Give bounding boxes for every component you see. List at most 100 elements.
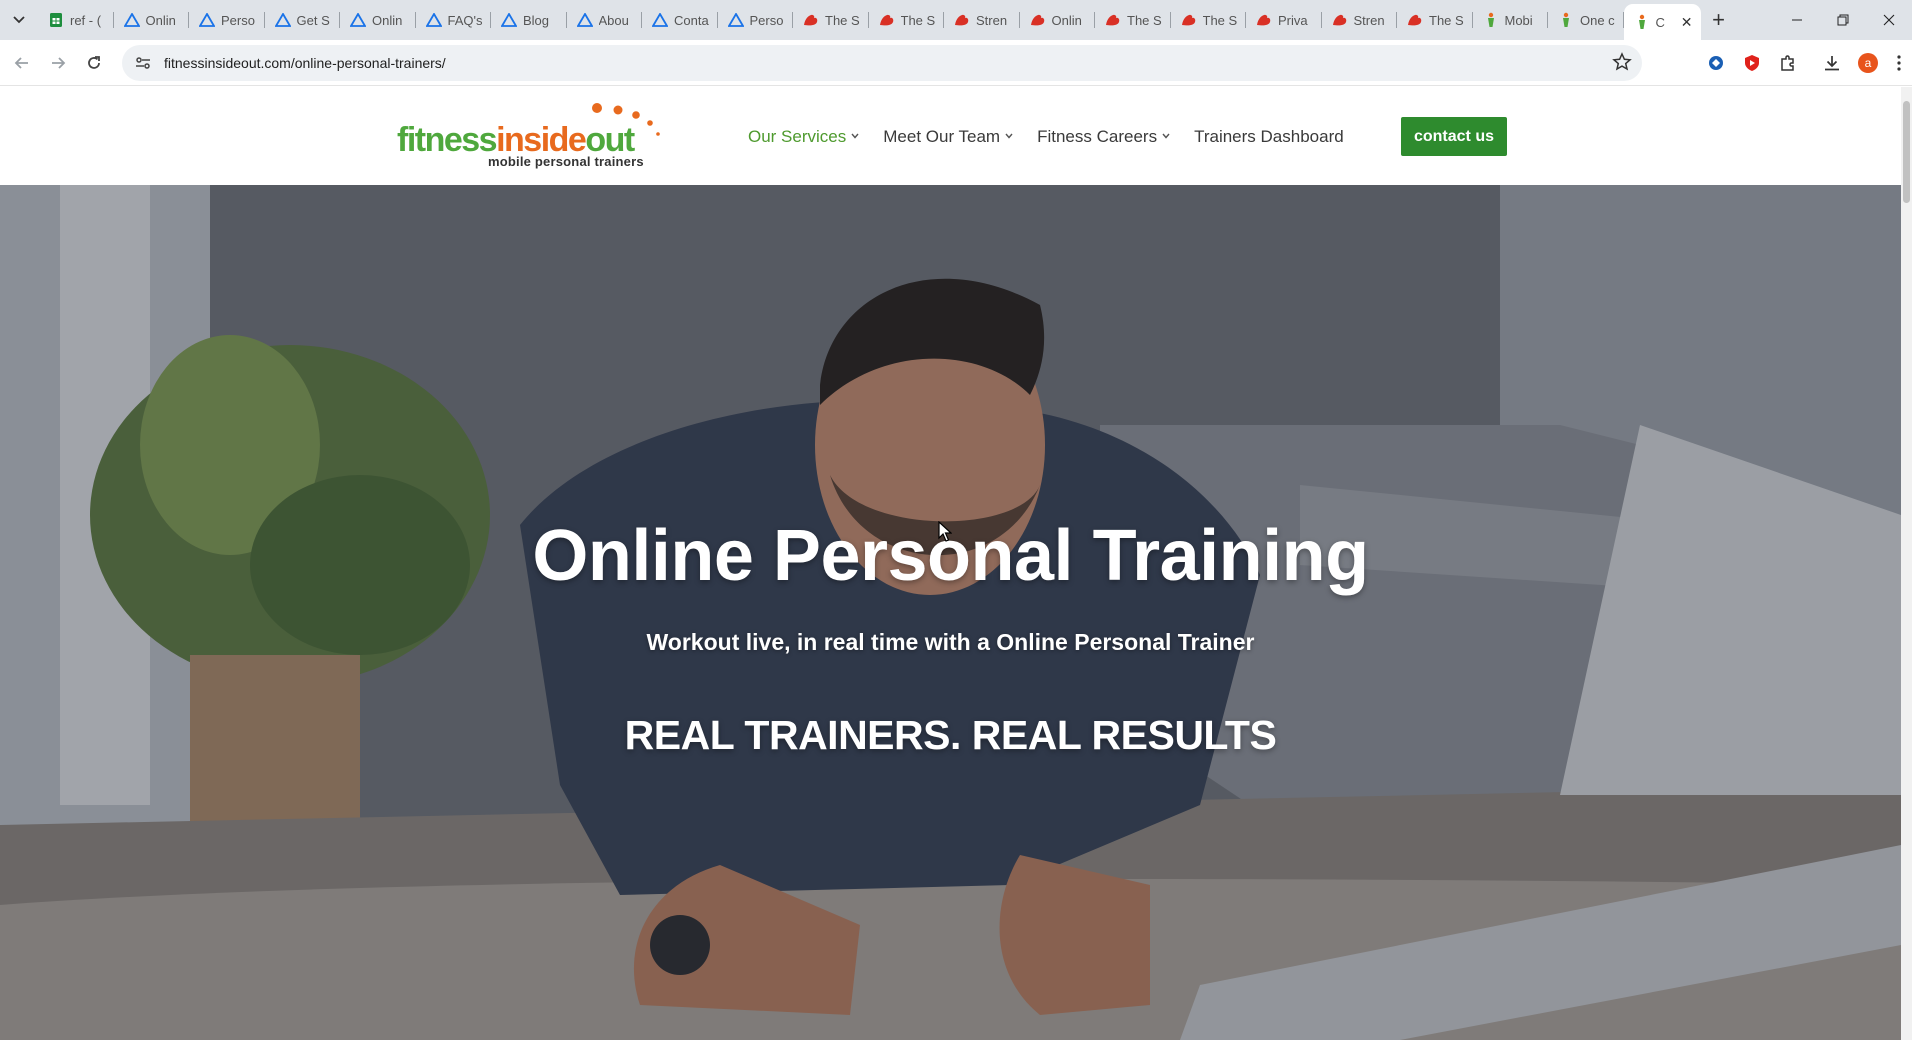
tab-title: Stren	[1353, 12, 1385, 28]
tab-title: Perso	[221, 12, 255, 28]
bicep-icon	[1332, 12, 1348, 28]
browser-toolbar: fitnessinsideout.com/online-personal-tra…	[0, 40, 1912, 86]
browser-tab[interactable]: The S	[1171, 0, 1247, 40]
browser-tab[interactable]: Blog	[491, 0, 567, 40]
triangle-icon	[652, 12, 668, 28]
extension-globe-icon	[1709, 56, 1723, 70]
tab-title: Mobi	[1504, 12, 1533, 28]
bicep-icon	[879, 12, 895, 28]
nav-item-trainers-dashboard[interactable]: Trainers Dashboard	[1194, 127, 1344, 147]
downloads-button[interactable]	[1814, 45, 1850, 81]
tab-title: The S	[825, 12, 860, 28]
contact-us-button[interactable]: contact us	[1401, 117, 1507, 156]
triangle-icon	[274, 12, 291, 28]
nav-item-our-services[interactable]: Our Services	[748, 127, 859, 147]
tab-title: Abou	[598, 12, 629, 28]
triangle-icon	[501, 12, 517, 28]
browser-tab[interactable]: The S	[793, 0, 869, 40]
browser-tab[interactable]: Onlin	[114, 0, 190, 40]
back-arrow-icon	[14, 56, 28, 69]
bicep-icon	[1030, 12, 1046, 28]
sheets-icon	[48, 12, 64, 28]
bicep-icon	[803, 12, 819, 28]
tab-title: Stren	[976, 12, 1008, 28]
extension-button-1[interactable]	[1698, 45, 1734, 81]
chevron-down-icon	[13, 16, 25, 24]
hero-overlay	[0, 185, 1901, 1040]
back-button[interactable]	[4, 45, 40, 81]
tab-title: The S	[1127, 12, 1162, 28]
browser-tab[interactable]: The S	[869, 0, 945, 40]
browser-tab[interactable]: Get S	[265, 0, 341, 40]
figure-icon	[1483, 12, 1499, 28]
nav-item-label: Meet Our Team	[883, 127, 1001, 146]
nav-item-label: Fitness Careers	[1037, 127, 1158, 146]
scrollbar-thumb[interactable]	[1903, 101, 1910, 203]
figure-icon	[1558, 12, 1574, 28]
browser-tab[interactable]: FAQ's	[416, 0, 492, 40]
browser-tab[interactable]: Perso	[718, 0, 794, 40]
tab-title: Perso	[749, 12, 784, 28]
browser-tab[interactable]: The S	[1095, 0, 1171, 40]
browser-tab[interactable]: Priva	[1246, 0, 1322, 40]
tab-active[interactable]: C ✕	[1623, 4, 1701, 40]
browser-tab[interactable]: ref - (	[38, 0, 114, 40]
chevron-down-icon	[1005, 131, 1013, 142]
browser-tab[interactable]: The S	[1397, 0, 1473, 40]
profile-letter: a	[1864, 56, 1872, 70]
nav-item-meet-our-team[interactable]: Meet Our Team	[883, 127, 1013, 147]
address-bar[interactable]: fitnessinsideout.com/online-personal-tra…	[122, 45, 1642, 81]
browser-tab[interactable]: One c	[1548, 0, 1624, 40]
tab-list: ref - ( Onlin Perso Get S Onlin FAQ's Blog Abou…	[38, 0, 1624, 40]
chevron-down-icon	[1162, 131, 1170, 142]
close-tab-icon[interactable]: ✕	[1681, 14, 1693, 31]
tab-title: Get S	[296, 12, 330, 28]
tab-title: Onlin	[145, 12, 176, 28]
bicep-icon	[1105, 12, 1121, 28]
site-info-icon[interactable]	[128, 56, 158, 70]
browser-tab[interactable]: Stren	[944, 0, 1020, 40]
page-scrollbar[interactable]	[1901, 87, 1912, 1040]
nav-item-fitness-careers[interactable]: Fitness Careers	[1037, 127, 1170, 147]
restore-button[interactable]	[1820, 0, 1866, 40]
browser-tab[interactable]: Onlin	[1020, 0, 1096, 40]
tab-title: The S	[1202, 12, 1238, 28]
tab-search-button[interactable]	[0, 0, 38, 40]
tab-title: The S	[900, 12, 936, 28]
browser-tab[interactable]: Perso	[189, 0, 265, 40]
hero-subtitle: Workout live, in real time with a Online…	[646, 629, 1255, 655]
logo-part-fitness: fitness	[397, 121, 498, 159]
browser-tab[interactable]: Conta	[642, 0, 718, 40]
site-logo[interactable]: fitnessinsideout mobile personal trainer…	[397, 103, 682, 173]
window-controls	[1774, 0, 1912, 40]
tab-title: Conta	[674, 12, 709, 28]
toolbar-actions: a	[1698, 45, 1912, 81]
bicep-icon	[1181, 12, 1197, 28]
download-icon	[1825, 56, 1839, 71]
bicep-icon	[954, 12, 970, 28]
browser-tab[interactable]: Mobi	[1473, 0, 1549, 40]
browser-tab[interactable]: Abou	[567, 0, 643, 40]
browser-tab[interactable]: Stren	[1322, 0, 1398, 40]
tab-strip: ref - ( Onlin Perso Get S Onlin FAQ's Blog Abou…	[0, 0, 1912, 40]
extensions-button[interactable]	[1770, 45, 1806, 81]
logo-tagline: mobile personal trainers	[488, 154, 644, 169]
restore-icon	[1837, 14, 1849, 26]
forward-arrow-icon	[52, 56, 66, 69]
nav-item-label: Our Services	[748, 127, 847, 146]
forward-button[interactable]	[40, 45, 76, 81]
minimize-button[interactable]	[1774, 0, 1820, 40]
nav-item-label: Trainers Dashboard	[1194, 127, 1344, 146]
new-tab-button[interactable]: +	[1701, 0, 1737, 40]
logo-dots-icon	[592, 103, 660, 136]
triangle-icon	[350, 12, 366, 28]
extension-button-2[interactable]	[1734, 45, 1770, 81]
bookmark-star-icon[interactable]	[1612, 52, 1632, 77]
reload-button[interactable]	[76, 45, 112, 81]
tab-title: Blog	[523, 12, 550, 28]
profile-button[interactable]: a	[1850, 45, 1886, 81]
browser-tab[interactable]: Onlin	[340, 0, 416, 40]
tab-title: Onlin	[372, 12, 403, 28]
menu-button[interactable]	[1886, 45, 1912, 81]
close-window-button[interactable]	[1866, 0, 1912, 40]
